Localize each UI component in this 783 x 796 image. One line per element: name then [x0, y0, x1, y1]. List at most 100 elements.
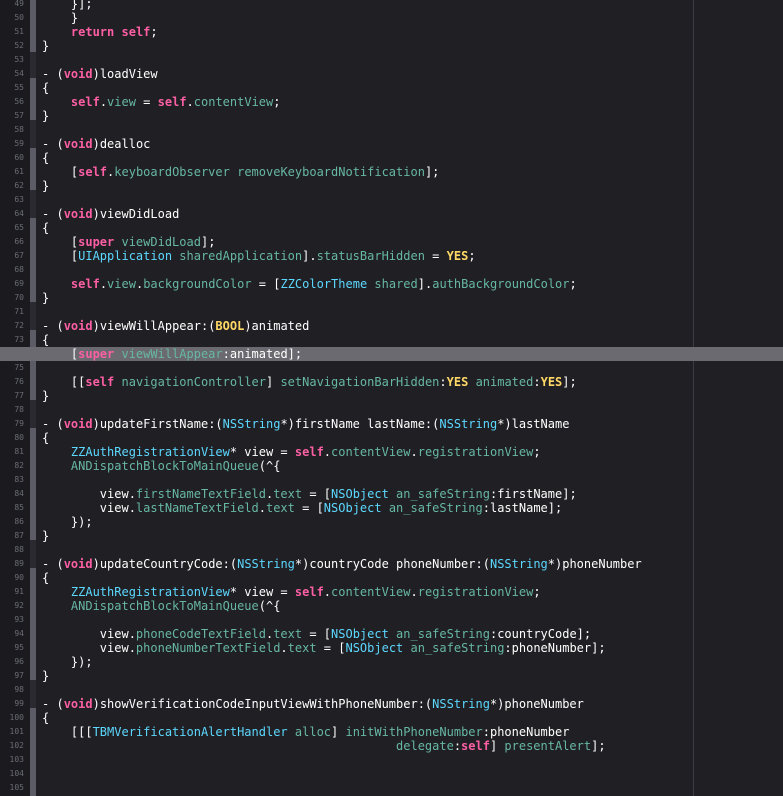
code-text[interactable]: return self;	[42, 25, 158, 39]
code-text[interactable]: }	[42, 11, 78, 25]
code-line[interactable]: 82 ANDispatchBlockToMainQueue(^{	[0, 459, 783, 473]
code-text[interactable]: - (void)showVerificationCodeInputViewWit…	[42, 697, 584, 711]
code-text[interactable]: [super viewDidLoad];	[42, 235, 216, 249]
code-line[interactable]: 75	[0, 361, 783, 375]
code-line[interactable]: 65 {	[0, 221, 783, 235]
code-line[interactable]: 62}	[0, 179, 783, 193]
code-text[interactable]: - (void)dealloc	[42, 137, 150, 151]
code-text[interactable]: view.phoneNumberTextField.text = [NSObje…	[42, 641, 606, 655]
code-text[interactable]: }	[42, 179, 49, 193]
code-line[interactable]: 68	[0, 263, 783, 277]
code-line[interactable]: 79- (void)updateFirstName:(NSString*)fir…	[0, 417, 783, 431]
code-line[interactable]: 85 view.lastNameTextField.text = [NSObje…	[0, 501, 783, 515]
code-line[interactable]: 73 {	[0, 333, 783, 347]
code-line[interactable]: 61 [self.keyboardObserver removeKeyboard…	[0, 165, 783, 179]
code-text[interactable]: - (void)loadView	[42, 67, 158, 81]
code-line[interactable]: 97}	[0, 669, 783, 683]
code-line[interactable]: 49 }];	[0, 0, 783, 11]
code-line[interactable]: 105	[0, 781, 783, 795]
code-text[interactable]: ANDispatchBlockToMainQueue(^{	[42, 599, 281, 613]
code-line[interactable]: 93	[0, 613, 783, 627]
code-line[interactable]: 91 ZZAuthRegistrationView* view = self.c…	[0, 585, 783, 599]
code-text[interactable]: }	[42, 291, 49, 305]
code-text[interactable]: }	[42, 529, 49, 543]
code-line[interactable]: 78	[0, 403, 783, 417]
code-line[interactable]: 89- (void)updateCountryCode:(NSString*)c…	[0, 557, 783, 571]
code-line[interactable]: 57}	[0, 109, 783, 123]
code-text[interactable]: [UIApplication sharedApplication].status…	[42, 249, 476, 263]
code-line[interactable]: 54 - (void)loadView	[0, 67, 783, 81]
code-editor[interactable]: 49 }]; 50 } 51 return self; 52} 53 54- (void)…	[0, 0, 783, 796]
code-line[interactable]: 64 - (void)viewDidLoad	[0, 207, 783, 221]
code-text[interactable]: });	[42, 655, 93, 669]
code-text[interactable]: ZZAuthRegistrationView* view = self.cont…	[42, 445, 541, 459]
code-text[interactable]: self.view.backgroundColor = [ZZColorThem…	[42, 277, 577, 291]
code-text[interactable]: });	[42, 515, 93, 529]
code-line[interactable]: 80 {	[0, 431, 783, 445]
code-text[interactable]: view.firstNameTextField.text = [NSObject…	[42, 487, 577, 501]
code-text[interactable]: view.phoneCodeTextField.text = [NSObject…	[42, 627, 591, 641]
code-text[interactable]: {	[42, 431, 49, 445]
code-line[interactable]: 59 - (void)dealloc	[0, 137, 783, 151]
code-text[interactable]: - (void)viewWillAppear:(BOOL)animated	[42, 319, 309, 333]
code-line[interactable]: 58	[0, 123, 783, 137]
code-text[interactable]: [self.keyboardObserver removeKeyboardNot…	[42, 165, 440, 179]
code-text[interactable]: [super viewWillAppear:animated];	[42, 347, 302, 361]
code-lines[interactable]: 49 }]; 50 } 51 return self; 52} 53 54- (void)…	[0, 0, 783, 795]
code-line[interactable]: 104	[0, 767, 783, 781]
code-text[interactable]: self.view = self.contentView;	[42, 95, 281, 109]
code-text[interactable]: - (void)viewDidLoad	[42, 207, 179, 221]
code-line[interactable]: 102 delegate:self] presentAlert];	[0, 739, 783, 753]
code-line[interactable]: 67 [UIApplication sharedApplication].sta…	[0, 249, 783, 263]
code-line[interactable]: 96 });	[0, 655, 783, 669]
code-line[interactable]: 63	[0, 193, 783, 207]
code-line[interactable]: 101 [[[TBMVerificationAlertHandler alloc…	[0, 725, 783, 739]
code-text[interactable]: ANDispatchBlockToMainQueue(^{	[42, 459, 281, 473]
code-line[interactable]: 71	[0, 305, 783, 319]
code-text[interactable]: {	[42, 151, 49, 165]
code-text[interactable]: {	[42, 711, 49, 725]
code-text[interactable]: }	[42, 389, 49, 403]
code-line[interactable]: 83	[0, 473, 783, 487]
code-line[interactable]: 66 [super viewDidLoad];	[0, 235, 783, 249]
code-line[interactable]: 69 self.view.backgroundColor = [ZZColorT…	[0, 277, 783, 291]
code-text[interactable]: delegate:self] presentAlert];	[42, 739, 606, 753]
code-line[interactable]: 50 }	[0, 11, 783, 25]
code-text[interactable]: {	[42, 81, 49, 95]
code-line[interactable]: 103	[0, 753, 783, 767]
code-text[interactable]: - (void)updateFirstName:(NSString*)first…	[42, 417, 569, 431]
code-line[interactable]: 95 view.phoneNumberTextField.text = [NSO…	[0, 641, 783, 655]
code-line[interactable]: 77}	[0, 389, 783, 403]
code-line[interactable]: 52}	[0, 39, 783, 53]
code-text[interactable]: [[[TBMVerificationAlertHandler alloc] in…	[42, 725, 570, 739]
code-line[interactable]: 99 - (void)showVerificationCodeInputViewW…	[0, 697, 783, 711]
code-text[interactable]: }	[42, 669, 49, 683]
code-line[interactable]: 55 {	[0, 81, 783, 95]
code-line[interactable]: 86 });	[0, 515, 783, 529]
code-text[interactable]: {	[42, 571, 49, 585]
code-text[interactable]: {	[42, 333, 49, 347]
code-text[interactable]: {	[42, 221, 49, 235]
code-line[interactable]: 53	[0, 53, 783, 67]
code-line[interactable]: 100 {	[0, 711, 783, 725]
code-line[interactable]: 84 view.firstNameTextField.text = [NSObj…	[0, 487, 783, 501]
code-line[interactable]: 56 self.view = self.contentView;	[0, 95, 783, 109]
code-text[interactable]: view.lastNameTextField.text = [NSObject …	[42, 501, 562, 515]
code-line[interactable]: 76 [[self navigationController] setNavig…	[0, 375, 783, 389]
code-text[interactable]: ZZAuthRegistrationView* view = self.cont…	[42, 585, 541, 599]
code-line[interactable]: 88	[0, 543, 783, 557]
code-text[interactable]: }	[42, 39, 49, 53]
code-line[interactable]: 87}	[0, 529, 783, 543]
code-line[interactable]: 72 - (void)viewWillAppear:(BOOL)animated	[0, 319, 783, 333]
code-line[interactable]: 70}	[0, 291, 783, 305]
code-text[interactable]: - (void)updateCountryCode:(NSString*)cou…	[42, 557, 642, 571]
code-line[interactable]: 94 view.phoneCodeTextField.text = [NSObj…	[0, 627, 783, 641]
code-text[interactable]: }	[42, 109, 49, 123]
code-text[interactable]: }];	[42, 0, 93, 11]
code-line[interactable]: 81 ZZAuthRegistrationView* view = self.c…	[0, 445, 783, 459]
code-line[interactable]: 92 ANDispatchBlockToMainQueue(^{	[0, 599, 783, 613]
code-line[interactable]: 98	[0, 683, 783, 697]
code-text[interactable]: [[self navigationController] setNavigati…	[42, 375, 577, 389]
code-line[interactable]: 90 {	[0, 571, 783, 585]
code-line[interactable]: 74 [super viewWillAppear:animated];	[0, 347, 783, 361]
